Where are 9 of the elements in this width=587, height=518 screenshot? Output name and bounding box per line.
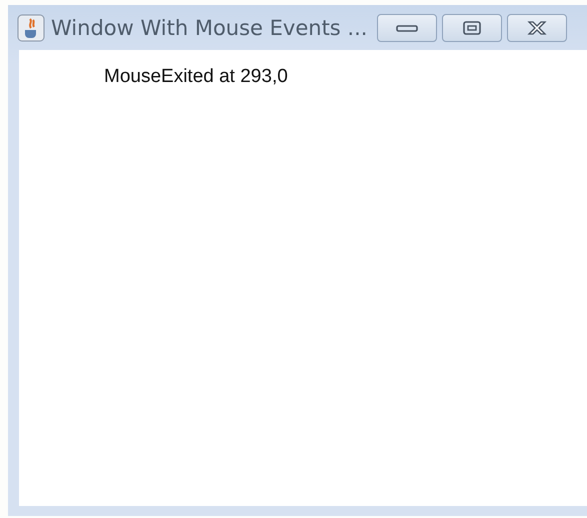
window-title: Window With Mouse Events ... <box>51 16 368 40</box>
event-message: MouseExited at 293,0 <box>104 66 288 87</box>
minimize-button[interactable] <box>377 14 438 42</box>
minimize-icon <box>396 22 418 32</box>
maximize-button[interactable] <box>442 14 502 42</box>
close-icon <box>526 20 548 34</box>
close-button[interactable] <box>507 14 568 42</box>
coffee-cup-icon <box>17 14 45 42</box>
maximize-icon <box>463 20 482 34</box>
